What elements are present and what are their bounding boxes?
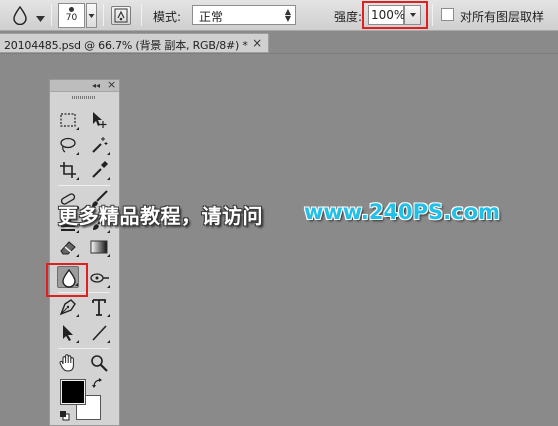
foreground-color-swatch[interactable] bbox=[60, 379, 86, 405]
chevron-down-icon bbox=[88, 14, 95, 18]
brush-size-preview[interactable]: 70 bbox=[58, 3, 85, 28]
rectangular-marquee-icon[interactable] bbox=[57, 109, 79, 131]
brush-size-value: 70 bbox=[65, 13, 78, 23]
mode-label: 模式: bbox=[153, 10, 182, 24]
brush-panel-button[interactable] bbox=[111, 6, 131, 25]
strength-value: 100% bbox=[371, 8, 406, 22]
blur-drop-icon bbox=[13, 5, 27, 26]
move-icon[interactable] bbox=[88, 109, 110, 131]
sample-all-layers-checkbox[interactable] bbox=[441, 8, 454, 21]
divider bbox=[432, 4, 433, 26]
watermark-text: 更多精品教程，请访问 bbox=[58, 204, 263, 228]
zoom-icon[interactable] bbox=[88, 352, 110, 374]
watermark-url: www.240PS.com bbox=[304, 200, 500, 224]
panel-header[interactable]: ◂◂ × bbox=[50, 79, 119, 92]
magic-wand-icon[interactable] bbox=[88, 134, 110, 156]
strength-input[interactable]: 100% bbox=[368, 5, 406, 25]
mode-select[interactable]: 正常 ▲ ▼ bbox=[192, 5, 296, 25]
close-icon[interactable]: × bbox=[107, 79, 116, 91]
strength-slider-button[interactable] bbox=[404, 5, 421, 25]
type-icon[interactable] bbox=[88, 296, 110, 318]
brush-picker-button[interactable] bbox=[86, 3, 97, 28]
tool-preset-picker[interactable] bbox=[10, 5, 30, 26]
document-tab[interactable]: 20104485.psd @ 66.7% (背景 副本, RGB/8#) * × bbox=[0, 33, 269, 53]
close-icon[interactable]: × bbox=[252, 36, 262, 50]
path-selection-icon[interactable] bbox=[57, 322, 79, 344]
crop-icon[interactable] bbox=[57, 159, 79, 181]
collapse-icon[interactable]: ◂◂ bbox=[92, 80, 100, 91]
mode-value: 正常 bbox=[199, 10, 224, 24]
blur-tool-highlight-box bbox=[46, 263, 88, 297]
divider bbox=[51, 4, 52, 26]
options-bar: 70 模式: 正常 ▲ ▼ 强度: 100% 对所有图层取样 bbox=[0, 0, 558, 31]
chevron-down-icon[interactable] bbox=[36, 11, 45, 22]
divider bbox=[0, 53, 558, 54]
panel-grip[interactable] bbox=[72, 96, 96, 99]
updown-arrows-icon: ▲ ▼ bbox=[284, 7, 291, 23]
default-colors-icon[interactable] bbox=[59, 410, 70, 421]
line-icon[interactable] bbox=[88, 322, 110, 344]
hand-icon[interactable] bbox=[57, 352, 79, 374]
eraser-icon[interactable] bbox=[57, 236, 79, 258]
divider bbox=[141, 4, 142, 26]
gradient-icon[interactable] bbox=[88, 236, 110, 258]
brush-tip-icon bbox=[69, 7, 74, 12]
sample-all-layers-label: 对所有图层取样 bbox=[460, 10, 545, 24]
lasso-icon[interactable] bbox=[57, 134, 79, 156]
eyedropper-icon[interactable] bbox=[88, 159, 110, 181]
document-title: 20104485.psd @ 66.7% (背景 副本, RGB/8#) * bbox=[4, 39, 248, 52]
dodge-icon[interactable] bbox=[88, 267, 110, 289]
brush-panel-icon bbox=[114, 8, 128, 23]
tools-panel: ◂◂ × bbox=[49, 79, 120, 426]
divider bbox=[103, 4, 104, 26]
pen-icon[interactable] bbox=[57, 296, 79, 318]
strength-label: 强度: bbox=[334, 10, 363, 24]
divider bbox=[58, 185, 110, 186]
swap-colors-icon[interactable] bbox=[92, 378, 103, 389]
divider bbox=[58, 348, 110, 349]
